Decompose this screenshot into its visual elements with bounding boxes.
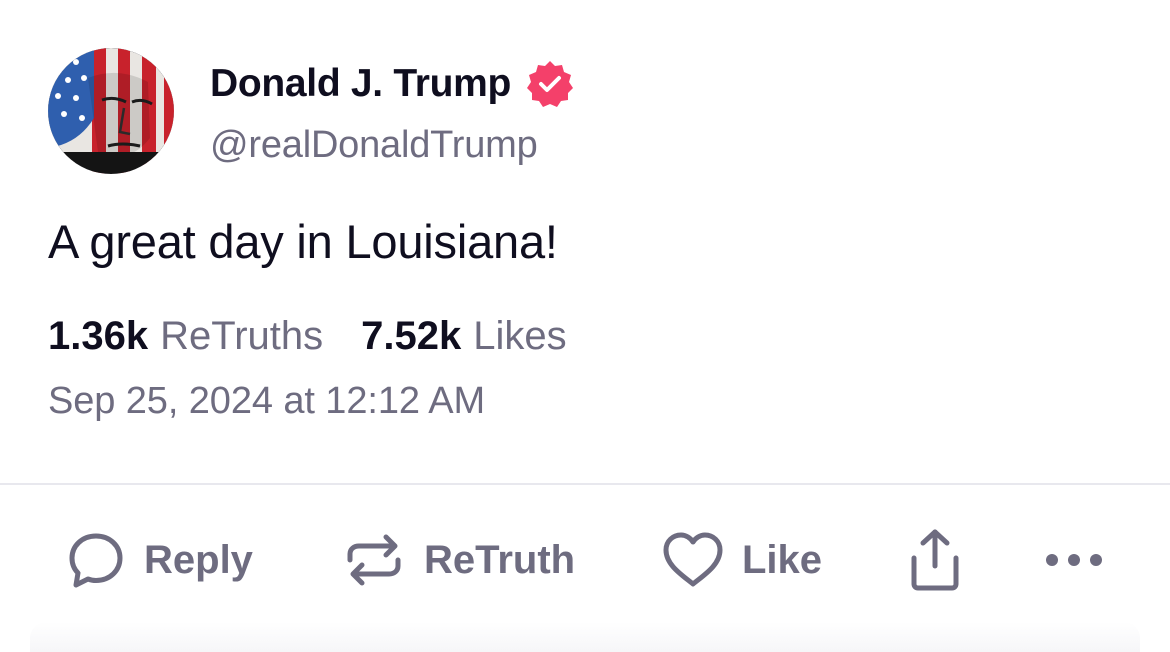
retruths-count: 1.36k: [48, 314, 149, 358]
share-icon: [911, 529, 959, 591]
retruths-stat[interactable]: 1.36k ReTruths: [48, 314, 323, 359]
likes-stat[interactable]: 7.52k Likes: [361, 314, 567, 359]
reply-button[interactable]: Reply: [66, 520, 253, 600]
next-card-edge: [30, 622, 1140, 652]
likes-count: 7.52k: [361, 314, 462, 358]
post-stats: 1.36k ReTruths 7.52k Likes: [48, 314, 567, 359]
avatar-image: [48, 48, 174, 174]
post-timestamp: Sep 25, 2024 at 12:12 AM: [48, 380, 486, 422]
heart-icon: [663, 532, 723, 587]
likes-label: Likes: [473, 314, 567, 358]
reply-icon: [69, 533, 123, 588]
retruth-button[interactable]: ReTruth: [342, 520, 575, 600]
more-button[interactable]: [1044, 520, 1104, 600]
reply-label: Reply: [144, 537, 253, 582]
author-display-name[interactable]: Donald J. Trump: [210, 62, 511, 106]
like-label: Like: [742, 537, 823, 582]
action-bar: Reply ReTruth Like: [0, 520, 1170, 600]
divider: [0, 483, 1170, 485]
post-text: A great day in Louisiana!: [48, 215, 558, 268]
avatar[interactable]: [48, 48, 174, 174]
retruth-label: ReTruth: [424, 537, 576, 582]
retruth-icon: [347, 534, 401, 586]
share-button[interactable]: [906, 520, 964, 600]
post-card: Donald J. Trump @realDonaldTrump A great…: [0, 0, 1170, 652]
author-name-row: Donald J. Trump: [210, 58, 575, 110]
retruths-label: ReTruths: [160, 314, 324, 358]
more-icon: [1046, 554, 1102, 566]
author-handle[interactable]: @realDonaldTrump: [210, 124, 538, 167]
verified-badge-icon: [527, 61, 574, 107]
like-button[interactable]: Like: [662, 520, 822, 600]
